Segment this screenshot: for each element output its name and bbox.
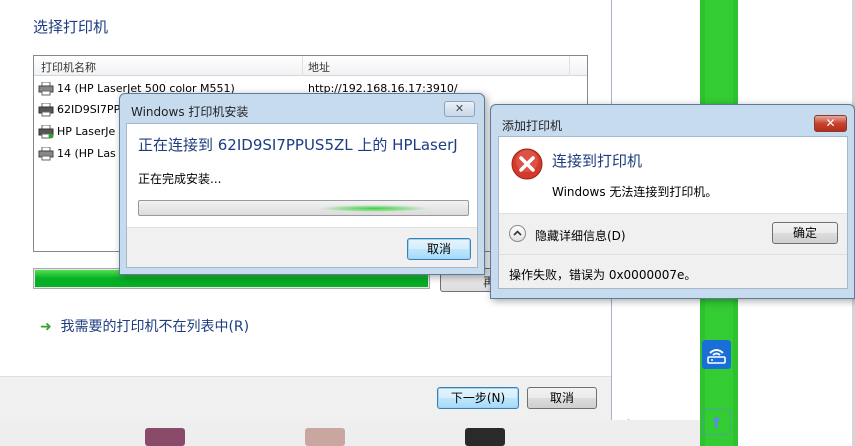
close-icon[interactable]: ✕ [814,115,847,132]
thumbnail-image [145,428,185,446]
dialog-body: 正在连接到 62ID9SI7PPUS5ZL 上的 HPLaserJ 正在完成安装… [126,123,478,268]
dialog-footer: 取消 [127,227,477,267]
cancel-button[interactable]: 取消 [527,387,597,409]
thumbnail-image [465,428,505,446]
upload-icon[interactable] [702,409,731,435]
error-heading: 连接到打印机 [552,152,643,170]
details-label: 隐藏详细信息(D) [535,229,626,243]
add-printer-error-dialog: 添加打印机 ✕ 连接到打印机 Windows 无法连接到打印机。 隐藏详细信息(… [490,104,855,299]
ok-button[interactable]: 确定 [772,222,838,244]
error-x-icon [511,148,543,180]
thumbnail-image [305,428,345,446]
printer-name: 14 (HP Las [57,147,116,160]
details-bar: 隐藏详细信息(D) 确定 [499,213,847,254]
printer-icon [38,103,54,117]
printer-icon [38,147,54,161]
install-progress-bar [138,200,469,216]
column-header-address[interactable]: 地址 [308,59,330,75]
printer-name: HP LaserJe [57,125,116,138]
wizard-footer: 下一步(N) 取消 [0,376,611,420]
dialog-title: Windows 打印机安装 [131,105,249,119]
next-button[interactable]: 下一步(N) [437,387,519,409]
wifi-router-icon[interactable] [702,340,731,369]
printer-icon [38,82,54,96]
page-title: 选择打印机 [33,18,109,36]
printer-icon [38,125,54,139]
printer-not-listed-link[interactable]: ➜ 我需要的打印机不在列表中(R) [40,316,249,336]
error-code-text: 操作失败，错误为 0x0000007e。 [509,268,697,282]
green-arrow-icon: ➜ [40,319,52,335]
printer-install-dialog: Windows 打印机安装 ✕ 正在连接到 62ID9SI7PPUS5ZL 上的… [119,93,485,275]
install-heading: 正在连接到 62ID9SI7PPUS5ZL 上的 HPLaserJ [138,136,458,154]
dialog-title: 添加打印机 [502,119,563,133]
hide-details-toggle[interactable]: 隐藏详细信息(D) [509,224,649,244]
bottom-strip [0,420,700,446]
cancel-button[interactable]: 取消 [407,238,471,260]
list-header: 打印机名称 地址 [34,56,587,76]
dialog-body: 连接到打印机 Windows 无法连接到打印机。 隐藏详细信息(D) 确定 操作… [498,136,848,289]
chevron-up-icon [509,225,526,242]
close-icon[interactable]: ✕ [444,101,475,117]
column-header-name[interactable]: 打印机名称 [41,59,96,75]
install-status: 正在完成安装... [138,172,222,186]
error-detail-area: 操作失败，错误为 0x0000007e。 [499,254,847,288]
printer-name: 62ID9SI7PP [57,103,121,116]
error-message: Windows 无法连接到打印机。 [552,185,718,199]
